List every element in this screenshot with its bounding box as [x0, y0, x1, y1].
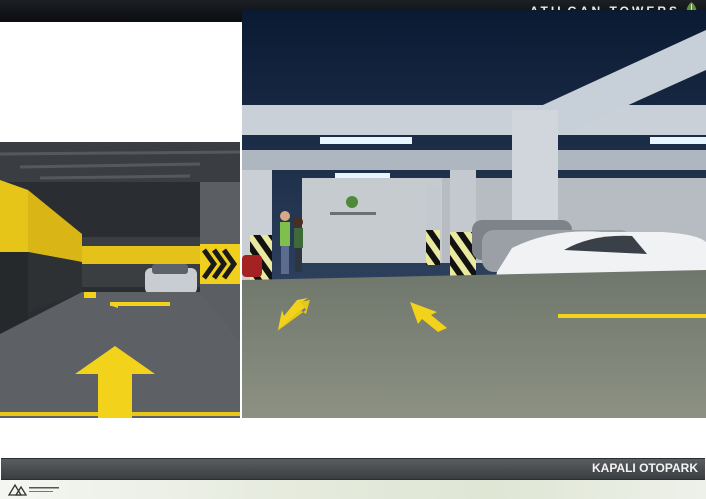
- caption-text: KAPALI OTOPARK: [591, 461, 698, 475]
- footer-band: [0, 480, 706, 499]
- parking-interior-image: [242, 10, 706, 418]
- company-logo-icon: [7, 483, 59, 496]
- parking-entrance-image: [0, 142, 240, 418]
- caption-bar: KAPALI OTOPARK: [1, 458, 705, 480]
